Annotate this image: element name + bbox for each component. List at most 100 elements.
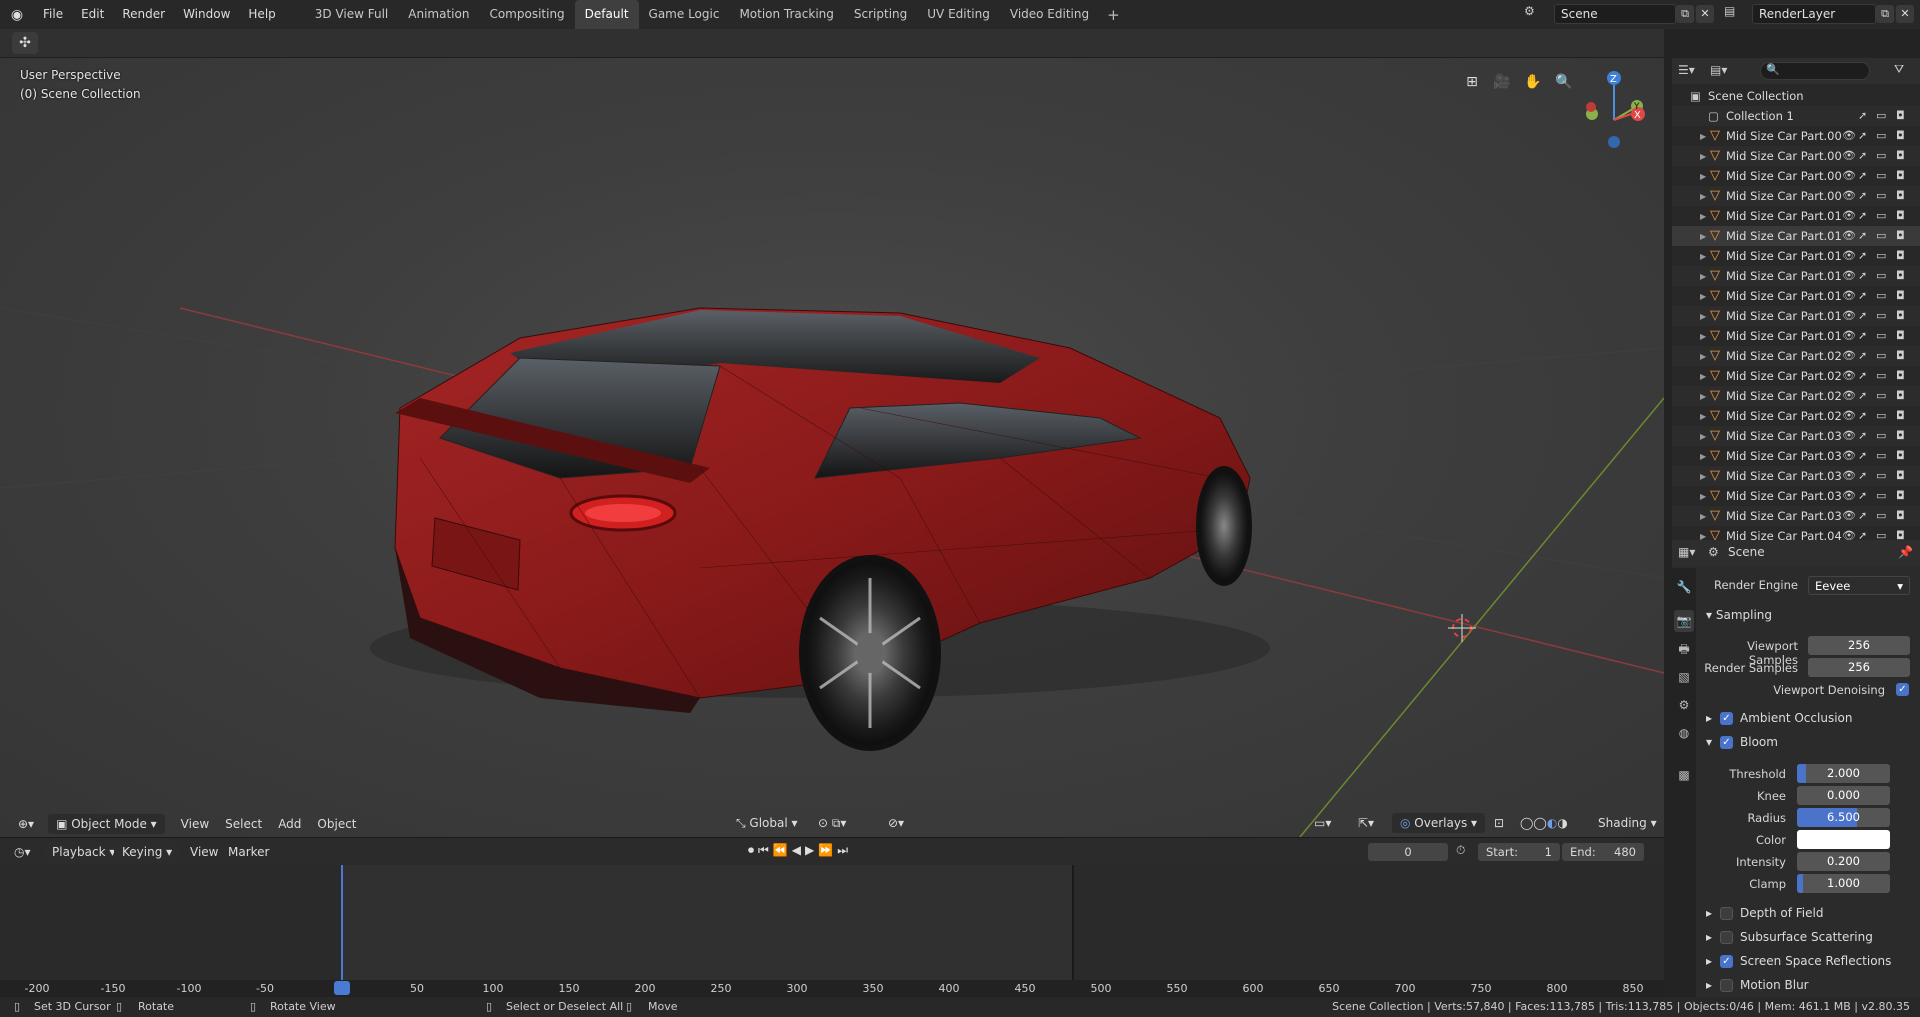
eye-icon[interactable]: 👁 (1842, 346, 1856, 366)
viewport-toggle-icon[interactable]: ▭ (1876, 466, 1886, 486)
object-name[interactable]: Mid Size Car Part.02 (1726, 346, 1846, 366)
viewport-toggle-icon[interactable]: ▭ (1876, 166, 1886, 186)
filter-icon[interactable]: ⛛ (1894, 62, 1904, 77)
snap-icon[interactable]: ⊙ ⧉▾ (810, 813, 854, 833)
tab-video-editing[interactable]: Video Editing (1000, 0, 1099, 29)
render-toggle-icon[interactable]: ◘ (1896, 246, 1905, 266)
object-name[interactable]: Mid Size Car Part.03 (1726, 446, 1846, 466)
outliner-editor-icon[interactable]: ☰▾ (1678, 63, 1695, 77)
render-toggle-icon[interactable]: ◘ (1896, 426, 1905, 446)
outliner-scene-collection[interactable]: ▣ Scene Collection (1672, 86, 1920, 106)
stopwatch-icon[interactable]: ⏱ (1456, 843, 1465, 858)
expand-arrow-icon[interactable]: ▶ (1700, 307, 1706, 327)
eye-icon[interactable]: 👁 (1842, 386, 1856, 406)
object-name[interactable]: Mid Size Car Part.03 (1726, 486, 1846, 506)
timeline-area[interactable] (0, 865, 1664, 980)
select-toggle-icon[interactable]: ➚ (1858, 466, 1867, 486)
object-name[interactable]: Mid Size Car Part.01 (1726, 246, 1846, 266)
viewport-toggle-icon[interactable]: ▭ (1876, 226, 1886, 246)
object-name[interactable]: Mid Size Car Part.01 (1726, 306, 1846, 326)
eye-icon[interactable]: 👁 (1842, 266, 1856, 286)
expand-arrow-icon[interactable]: ▶ (1700, 387, 1706, 407)
render-toggle-icon[interactable]: ◘ (1896, 366, 1905, 386)
subsurface-checkbox[interactable] (1720, 931, 1733, 944)
play-reverse-icon[interactable]: ◀ (792, 843, 801, 861)
render-toggle-icon[interactable]: ◘ (1896, 486, 1905, 506)
menu-render[interactable]: Render (113, 0, 174, 29)
eye-icon[interactable]: 👁 (1842, 146, 1856, 166)
viewport-toggle-icon[interactable]: ▭ (1876, 306, 1886, 326)
outliner-object-row[interactable]: ▶ ▽ Mid Size Car Part.03 👁 ➚ ▭ ◘ (1672, 446, 1920, 466)
tab-compositing[interactable]: Compositing (479, 0, 574, 29)
select-toggle-icon[interactable]: ➚ (1858, 286, 1867, 306)
viewport-toggle-icon[interactable]: ▭ (1876, 426, 1886, 446)
viewport-toggle-icon[interactable]: ▭ (1876, 326, 1886, 346)
outliner-object-row[interactable]: ▶ ▽ Mid Size Car Part.04 👁 ➚ ▭ ◘ (1672, 526, 1920, 540)
object-name[interactable]: Mid Size Car Part.01 (1726, 226, 1846, 246)
view-layer-tab-icon[interactable]: ▧ (1674, 666, 1694, 688)
shading-modes[interactable]: ◯◯◐◑ (1512, 813, 1576, 833)
viewport-toggle-icon[interactable]: ▭ (1876, 186, 1886, 206)
render-toggle-icon[interactable]: ◘ (1896, 226, 1905, 246)
outliner-object-row[interactable]: ▶ ▽ Mid Size Car Part.02 👁 ➚ ▭ ◘ (1672, 346, 1920, 366)
tab-default[interactable]: Default (574, 0, 639, 29)
viewport-toggle-icon[interactable]: ▭ (1876, 266, 1886, 286)
eye-icon[interactable]: 👁 (1842, 326, 1856, 346)
select-toggle-icon[interactable]: ➚ (1858, 346, 1867, 366)
render-toggle-icon[interactable]: ◘ (1896, 326, 1905, 346)
select-toggle-icon[interactable]: ➚ (1858, 266, 1867, 286)
keying-dropdown[interactable]: Keying ▾ (114, 842, 181, 862)
select-toggle-icon[interactable]: ➚ (1858, 206, 1867, 226)
new-view-layer-icon[interactable]: ⧉ (1876, 5, 1894, 23)
proportional-edit-icon[interactable]: ⊘▾ (880, 813, 912, 833)
transform-tool-icon[interactable]: ✣ (12, 32, 38, 54)
view-object-types-icon[interactable]: ▭▾ (1306, 813, 1339, 833)
outliner-object-row[interactable]: ▶ ▽ Mid Size Car Part.03 👁 ➚ ▭ ◘ (1672, 506, 1920, 526)
menu-window[interactable]: Window (174, 0, 239, 29)
object-name[interactable]: Mid Size Car Part.00 (1726, 166, 1846, 186)
outliner-object-row[interactable]: ▶ ▽ Mid Size Car Part.02 👁 ➚ ▭ ◘ (1672, 386, 1920, 406)
outliner-object-row[interactable]: ▶ ▽ Mid Size Car Part.02 👁 ➚ ▭ ◘ (1672, 366, 1920, 386)
navigation-gizmo[interactable]: Z Y X (1586, 71, 1645, 148)
bloom-checkbox[interactable]: ✓ (1720, 736, 1733, 749)
select-toggle-icon[interactable]: ➚ (1858, 486, 1867, 506)
3d-viewport[interactable]: Z Y X User Perspective (0) Scene Collect… (0, 58, 1664, 837)
select-toggle-icon[interactable]: ➚ (1858, 186, 1867, 206)
object-name[interactable]: Mid Size Car Part.04 (1726, 526, 1846, 540)
render-toggle-icon[interactable]: ◘ (1896, 266, 1905, 286)
outliner-search-input[interactable]: 🔍 (1760, 62, 1870, 80)
subsurface-panel-header[interactable]: ▸ (1706, 930, 1712, 944)
render-toggle-icon[interactable]: ◘ (1896, 446, 1905, 466)
intensity-slider[interactable]: 0.200 (1797, 852, 1890, 871)
render-toggle-icon[interactable]: ◘ (1896, 206, 1905, 226)
object-name[interactable]: Mid Size Car Part.01 (1726, 266, 1846, 286)
outliner-object-row[interactable]: ▶ ▽ Mid Size Car Part.01 👁 ➚ ▭ ◘ (1672, 246, 1920, 266)
render-toggle-icon[interactable]: ◘ (1896, 186, 1905, 206)
viewport-toggle-icon[interactable]: ▭ (1876, 346, 1886, 366)
knee-slider[interactable]: 0.000 (1797, 786, 1890, 805)
frame-ruler[interactable]: -200-150-100-500501001502002503003504004… (0, 980, 1664, 997)
select-toggle-icon[interactable]: ➚ (1858, 526, 1867, 540)
outliner-object-row[interactable]: ▶ ▽ Mid Size Car Part.03 👁 ➚ ▭ ◘ (1672, 466, 1920, 486)
render-toggle-icon[interactable]: ◘ (1896, 126, 1905, 146)
outliner-collection-1[interactable]: ▢ Collection 1 ➚ ▭ ◘ (1672, 106, 1920, 126)
expand-arrow-icon[interactable]: ▶ (1700, 267, 1706, 287)
eye-icon[interactable]: 👁 (1842, 186, 1856, 206)
select-toggle-icon[interactable]: ➚ (1858, 166, 1867, 186)
render-toggle-icon[interactable]: ◘ (1896, 506, 1905, 526)
object-name[interactable]: Mid Size Car Part.01 (1726, 286, 1846, 306)
outliner-object-row[interactable]: ▶ ▽ Mid Size Car Part.01 👁 ➚ ▭ ◘ (1672, 226, 1920, 246)
radius-slider[interactable]: 6.500 (1797, 808, 1890, 827)
render-toggle-icon[interactable]: ◘ (1896, 346, 1905, 366)
delete-view-layer-icon[interactable]: ✕ (1896, 5, 1914, 23)
expand-arrow-icon[interactable]: ▶ (1700, 327, 1706, 347)
viewport-toggle-icon[interactable]: ▭ (1876, 386, 1886, 406)
view-layer-icon[interactable]: ▤ (1724, 4, 1735, 18)
select-toggle-icon[interactable]: ➚ (1858, 126, 1867, 146)
pan-hand-icon[interactable]: ✋ (1521, 70, 1545, 94)
play-icon[interactable]: ▶ (805, 843, 814, 861)
gizmo-toggle-icon[interactable]: ⇱▾ (1350, 813, 1382, 833)
tool-tab-icon[interactable]: 🔧 (1674, 576, 1694, 598)
expand-arrow-icon[interactable]: ▶ (1700, 487, 1706, 507)
jump-start-icon[interactable]: ⏮ (758, 843, 769, 861)
